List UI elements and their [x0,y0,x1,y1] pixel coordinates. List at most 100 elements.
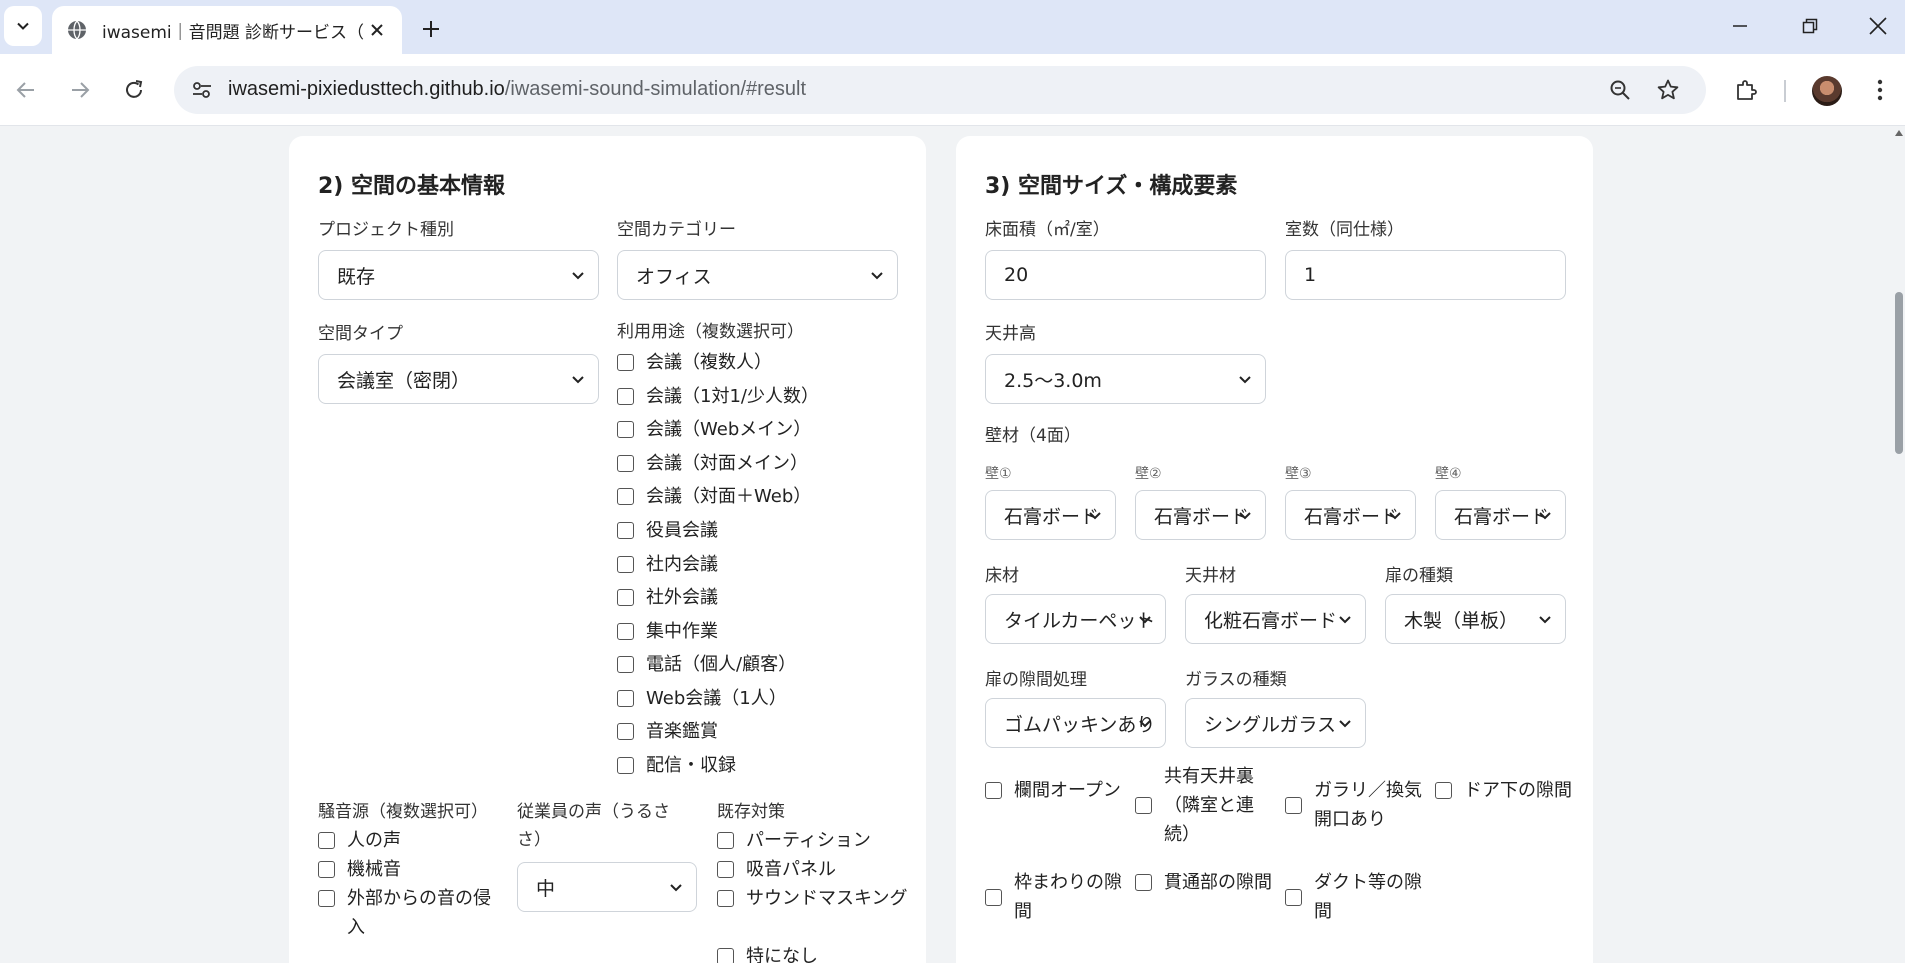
opening-option[interactable]: ガラリ／換気開口あり [1285,776,1425,834]
forward-button[interactable] [62,72,98,108]
zoom-icon[interactable] [1606,76,1634,104]
wall-3-select[interactable]: 石膏ボード [1285,490,1416,540]
existing-measure-option[interactable]: サウンドマスキング [717,884,909,913]
profile-avatar[interactable] [1812,76,1842,106]
tab-search-button[interactable] [4,6,42,46]
checkbox[interactable] [617,623,634,640]
checkbox[interactable] [617,656,634,673]
bookmark-star-icon[interactable] [1654,76,1682,104]
usage-option[interactable]: 社内会議 [617,550,718,579]
checkbox[interactable] [617,690,634,707]
glass-type-select[interactable]: シングルガラス [1185,698,1366,748]
employee-voice-select[interactable]: 中 [517,862,697,912]
existing-measure-option[interactable]: パーティション [717,826,871,855]
checkbox[interactable] [1435,782,1452,799]
usage-option[interactable]: 会議（1対1/少人数） [617,382,819,411]
noise-source-label: 騒音源（複数選択可） [318,802,488,822]
checkbox[interactable] [717,890,734,907]
usage-option[interactable]: 会議（対面メイン） [617,449,808,478]
usage-option[interactable]: 会議（対面＋Web） [617,482,811,511]
usage-option[interactable]: Web会議（1人） [617,684,787,713]
floor-material-select[interactable]: タイルカーペット [985,594,1166,644]
close-tab-icon[interactable] [366,19,388,41]
door-gap-select[interactable]: ゴムパッキンあり [985,698,1166,748]
checkbox[interactable] [717,832,734,849]
opening-option-label: ドア下の隙間 [1464,780,1572,801]
checkbox[interactable] [617,522,634,539]
site-settings-icon[interactable] [188,76,216,104]
wall-4-select[interactable]: 石膏ボード [1435,490,1566,540]
section-basic-info-card: 2) 空間の基本情報 プロジェクト種別 既存 空間カテゴリー オフィス 空間タイ… [289,136,926,963]
checkbox[interactable] [1135,874,1152,891]
usage-option[interactable]: 音楽鑑賞 [617,717,718,746]
checkbox[interactable] [617,354,634,371]
opening-option[interactable]: ドア下の隙間 [1435,776,1575,805]
checkbox[interactable] [617,488,634,505]
usage-option[interactable]: 会議（Webメイン） [617,415,811,444]
reload-button[interactable] [116,72,152,108]
browser-menu-button[interactable] [1862,72,1898,108]
new-tab-button[interactable] [414,12,448,46]
checkbox[interactable] [318,832,335,849]
opening-option[interactable]: 共有天井裏（隣室と連続） [1135,762,1275,849]
noise-source-option[interactable]: 機械音 [318,855,401,884]
scroll-up-arrow-icon[interactable] [1895,130,1903,136]
scrollbar-thumb[interactable] [1895,292,1903,454]
noise-source-option-label: 外部からの音の侵入 [347,888,491,938]
checkbox[interactable] [617,556,634,573]
usage-option[interactable]: 配信・収録 [617,751,736,780]
noise-source-option[interactable]: 外部からの音の侵入 [318,884,498,942]
chevron-down-icon [1339,720,1351,728]
minimize-button[interactable] [1718,6,1762,46]
checkbox[interactable] [617,723,634,740]
existing-measure-option[interactable]: 吸音パネル [717,855,836,884]
plus-icon [423,21,439,37]
browser-tab-active[interactable]: iwasemi｜音問題 診断サービス（ [52,6,402,54]
checkbox[interactable] [717,948,734,963]
checkbox[interactable] [318,861,335,878]
checkbox[interactable] [318,890,335,907]
wall-1-select[interactable]: 石膏ボード [985,490,1116,540]
noise-source-option[interactable]: 人の声 [318,826,401,855]
ceiling-material-select[interactable]: 化粧石膏ボード [1185,594,1366,644]
ceiling-height-label: 天井高 [985,324,1036,344]
wall-2-select[interactable]: 石膏ボード [1135,490,1266,540]
ceiling-height-select[interactable]: 2.5〜3.0m [985,354,1266,404]
checkbox[interactable] [1135,797,1152,814]
usage-option[interactable]: 電話（個人/顧客） [617,650,796,679]
usage-option[interactable]: 会議（複数人） [617,348,772,377]
usage-option[interactable]: 社外会議 [617,583,718,612]
usage-option[interactable]: 集中作業 [617,617,718,646]
existing-measure-option-label: パーティション [746,830,871,851]
opening-option[interactable]: 枠まわりの隙間 [985,868,1125,926]
space-type-select[interactable]: 会議室（密閉） [318,354,599,404]
checkbox[interactable] [617,421,634,438]
project-type-select[interactable]: 既存 [318,250,599,300]
floor-area-input[interactable] [985,250,1266,300]
checkbox[interactable] [617,757,634,774]
checkbox[interactable] [617,455,634,472]
close-window-button[interactable] [1856,6,1900,46]
room-count-input[interactable] [1285,250,1566,300]
opening-option[interactable]: ダクト等の隙間 [1285,868,1425,926]
checkbox[interactable] [717,861,734,878]
checkbox[interactable] [1285,796,1302,814]
checkbox[interactable] [617,589,634,606]
usage-option[interactable]: 役員会議 [617,516,718,545]
checkbox[interactable] [617,388,634,405]
checkbox[interactable] [985,782,1002,799]
page-scrollbar[interactable] [1893,126,1905,963]
opening-option[interactable]: 欄間オープン [985,776,1125,805]
existing-measure-option[interactable]: 特になし [717,942,818,963]
door-type-select[interactable]: 木製（単板） [1385,594,1566,644]
checkbox[interactable] [985,888,1002,906]
back-button[interactable] [8,72,44,108]
checkbox[interactable] [1285,888,1302,906]
restore-button[interactable] [1788,6,1832,46]
opening-option[interactable]: 貫通部の隙間 [1135,868,1275,897]
door-type-label: 扉の種類 [1385,566,1453,586]
space-category-select[interactable]: オフィス [617,250,898,300]
wall-4-label: 壁④ [1435,466,1462,482]
extensions-button[interactable] [1728,72,1764,108]
address-bar[interactable]: iwasemi-pixiedusttech.github.io/iwasemi-… [174,66,1706,114]
